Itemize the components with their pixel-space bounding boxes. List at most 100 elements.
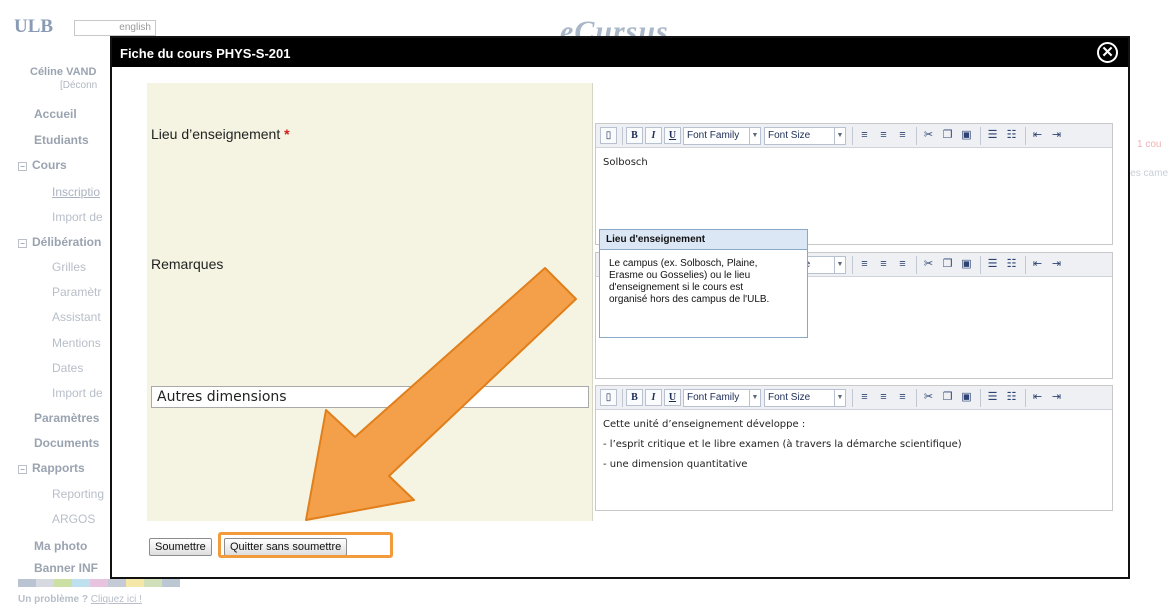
course-count-fragment: 1 cou: [1137, 139, 1162, 150]
editor-dimensions[interactable]: ▯ B I U Font Family ▼ Font Size ▼ ≡ ≡ ≡ ✂ …: [595, 385, 1113, 511]
indent-icon[interactable]: ⇥: [1048, 389, 1065, 406]
sidebar-item-mentions[interactable]: Mentions: [52, 336, 101, 350]
font-size-select[interactable]: Font Size ▼: [764, 126, 846, 145]
align-center-icon[interactable]: ≡: [875, 389, 892, 406]
page-header: ULB english eCursus: [0, 0, 1175, 48]
sidebar-item-parametre[interactable]: Paramètr: [52, 285, 101, 299]
align-center-icon[interactable]: ≡: [875, 256, 892, 273]
sidebar-item-import-2[interactable]: Import de: [52, 386, 103, 400]
collapse-icon[interactable]: −: [18, 239, 27, 248]
footer-help-link[interactable]: Cliquez ici !: [91, 594, 142, 605]
sidebar-item-banner[interactable]: Banner INF: [34, 561, 98, 575]
close-icon[interactable]: ✕: [1097, 42, 1118, 63]
color-strip: [18, 579, 180, 587]
numbered-list-icon[interactable]: ☷: [1003, 256, 1020, 273]
align-right-icon[interactable]: ≡: [894, 256, 911, 273]
font-family-label: Font Family: [687, 129, 740, 141]
language-select[interactable]: english: [74, 20, 156, 36]
sidebar-item-etudiants[interactable]: Etudiants: [34, 133, 89, 147]
outdent-icon[interactable]: ⇤: [1029, 127, 1046, 144]
font-size-label: Font Size: [768, 129, 811, 141]
sidebar-item-reporting[interactable]: Reporting: [52, 487, 104, 501]
bullet-list-icon[interactable]: ☰: [984, 389, 1001, 406]
sidebar-item-ma-photo[interactable]: Ma photo: [34, 539, 87, 553]
sidebar-item-parametres[interactable]: Paramètres: [34, 411, 99, 425]
tooltip-body: Le campus (ex. Solbosch, Plaine, Erasme …: [600, 250, 807, 314]
tooltip-line: d'enseignement si le cours est: [609, 282, 744, 293]
align-right-icon[interactable]: ≡: [894, 127, 911, 144]
outdent-icon[interactable]: ⇤: [1029, 256, 1046, 273]
numbered-list-icon[interactable]: ☷: [1003, 389, 1020, 406]
field-label-remarques: Remarques: [151, 256, 224, 272]
copy-icon[interactable]: ❐: [939, 389, 956, 406]
new-document-icon[interactable]: ▯: [600, 127, 617, 144]
align-center-icon[interactable]: ≡: [875, 127, 892, 144]
sidebar-section-rapports[interactable]: − Rapports: [18, 461, 85, 475]
underline-button[interactable]: U: [664, 127, 681, 144]
dropdown-arrow-icon: ▼: [749, 389, 760, 406]
sidebar-item-dates[interactable]: Dates: [52, 361, 83, 375]
font-family-select[interactable]: Font Family ▼: [683, 126, 761, 145]
paste-icon[interactable]: ▣: [958, 127, 975, 144]
editor-content[interactable]: Solbosch: [596, 148, 1112, 184]
sidebar-item-argos[interactable]: ARGOS: [52, 512, 95, 526]
dimension-title-input[interactable]: Autres dimensions: [151, 386, 589, 408]
bold-button[interactable]: B: [626, 127, 643, 144]
paste-icon[interactable]: ▣: [958, 389, 975, 406]
sidebar-section-deliberation[interactable]: − Délibération: [18, 235, 101, 249]
copy-icon[interactable]: ❐: [939, 256, 956, 273]
field-label-lieu: Lieu d’enseignement *: [151, 126, 290, 142]
paste-icon[interactable]: ▣: [958, 256, 975, 273]
bullet-list-icon[interactable]: ☰: [984, 256, 1001, 273]
tooltip-title: Lieu d'enseignement: [600, 230, 807, 250]
modal-title: Fiche du cours PHYS-S-201: [120, 46, 291, 61]
font-size-label: Font Size: [768, 391, 811, 403]
align-left-icon[interactable]: ≡: [856, 127, 873, 144]
submit-button[interactable]: Soumettre: [149, 538, 212, 556]
collapse-icon[interactable]: −: [18, 465, 27, 474]
bold-button[interactable]: B: [626, 389, 643, 406]
ulb-logo: ULB: [14, 16, 54, 37]
user-name: Céline VAND: [30, 66, 97, 78]
bullet-list-icon[interactable]: ☰: [984, 127, 1001, 144]
sidebar-item-assistant[interactable]: Assistant: [52, 310, 101, 324]
indent-icon[interactable]: ⇥: [1048, 127, 1065, 144]
tooltip-line: Le campus (ex. Solbosch, Plaine,: [609, 258, 758, 269]
sidebar-item-documents[interactable]: Documents: [34, 436, 99, 450]
underline-button[interactable]: U: [664, 389, 681, 406]
editor-line: - une dimension quantitative: [603, 459, 748, 470]
numbered-list-icon[interactable]: ☷: [1003, 127, 1020, 144]
editor-lieu[interactable]: ▯ B I U Font Family ▼ Font Size ▼ ≡ ≡ ≡ ✂ …: [595, 123, 1113, 245]
sidebar: Céline VAND [Déconn Accueil Etudiants − C…: [0, 40, 125, 609]
copy-icon[interactable]: ❐: [939, 127, 956, 144]
sidebar-item-accueil[interactable]: Accueil: [34, 107, 77, 121]
sidebar-item-import-1[interactable]: Import de: [52, 210, 103, 224]
align-left-icon[interactable]: ≡: [856, 389, 873, 406]
editor-toolbar: ▯ B I U Font Family▼ Font Size▼ ≡ ≡ ≡ ✂ …: [596, 124, 1112, 148]
editor-text: Solbosch: [603, 157, 648, 168]
camera-fragment: les came: [1128, 168, 1169, 179]
collapse-icon[interactable]: −: [18, 162, 27, 171]
dropdown-arrow-icon: ▼: [834, 389, 845, 406]
italic-button[interactable]: I: [645, 127, 662, 144]
course-form: Lieu d’enseignement * Remarques Autres d…: [147, 83, 1115, 521]
sidebar-item-grilles[interactable]: Grilles: [52, 260, 86, 274]
indent-icon[interactable]: ⇥: [1048, 256, 1065, 273]
cut-icon[interactable]: ✂: [920, 389, 937, 406]
sidebar-section-label: Rapports: [32, 461, 85, 475]
field-label-text: Lieu d’enseignement: [151, 126, 281, 142]
font-size-select[interactable]: Font Size ▼: [764, 388, 846, 407]
new-document-icon[interactable]: ▯: [600, 389, 617, 406]
footer-help: Un problème ? Cliquez ici !: [18, 594, 142, 605]
cut-icon[interactable]: ✂: [920, 256, 937, 273]
align-left-icon[interactable]: ≡: [856, 256, 873, 273]
outdent-icon[interactable]: ⇤: [1029, 389, 1046, 406]
logout-link[interactable]: [Déconn: [60, 80, 97, 91]
sidebar-section-cours[interactable]: − Cours: [18, 158, 67, 172]
italic-button[interactable]: I: [645, 389, 662, 406]
editor-content[interactable]: Cette unité d’enseignement développe : -…: [596, 410, 1112, 486]
font-family-select[interactable]: Font Family ▼: [683, 388, 761, 407]
sidebar-item-inscription[interactable]: Inscriptio: [52, 185, 100, 199]
align-right-icon[interactable]: ≡: [894, 389, 911, 406]
cut-icon[interactable]: ✂: [920, 127, 937, 144]
